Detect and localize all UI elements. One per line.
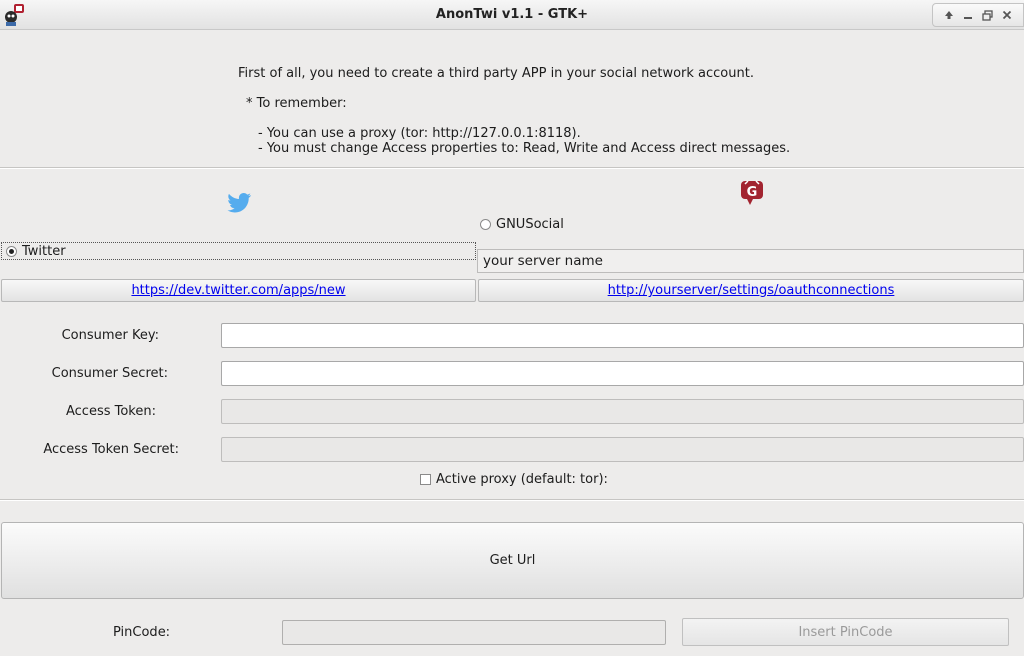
arrow-up-icon	[944, 11, 953, 19]
gnusocial-oauth-link-button[interactable]: http://yourserver/settings/oauthconnecti…	[478, 279, 1024, 302]
twitter-radio-label: Twitter	[22, 243, 66, 259]
consumer-secret-label: Consumer Secret:	[51, 366, 168, 381]
twitter-radio-indicator[interactable]	[6, 245, 17, 257]
access-token-secret-input[interactable]	[221, 437, 1024, 462]
restore-button[interactable]	[981, 8, 995, 22]
proxy-checkbox-row[interactable]: Active proxy (default: tor):	[420, 472, 608, 487]
twitter-apps-link-button[interactable]: https://dev.twitter.com/apps/new	[1, 279, 476, 302]
consumer-secret-input[interactable]	[221, 361, 1024, 386]
close-button[interactable]	[1000, 8, 1014, 22]
get-url-button-label: Get Url	[489, 553, 536, 568]
get-url-button[interactable]: Get Url	[1, 522, 1024, 599]
intro-line-1: First of all, you need to create a third…	[238, 66, 754, 81]
intro-line-2: * To remember:	[246, 96, 347, 111]
gnusocial-logo-icon: G	[740, 180, 764, 210]
consumer-key-label: Consumer Key:	[61, 328, 159, 343]
insert-pincode-button-label: Insert PinCode	[798, 624, 893, 640]
separator-bottom	[0, 499, 1024, 501]
proxy-checkbox-label: Active proxy (default: tor):	[436, 472, 608, 487]
pincode-input[interactable]	[282, 620, 666, 645]
close-icon	[1003, 10, 1012, 20]
gnusocial-radio-indicator[interactable]	[480, 219, 491, 230]
insert-pincode-button[interactable]: Insert PinCode	[682, 618, 1009, 646]
gnusocial-radio-label: GNUSocial	[496, 217, 564, 232]
twitter-bird-icon	[227, 193, 252, 217]
title-bar[interactable]: AnonTwi v1.1 - GTK+	[0, 0, 1024, 30]
proxy-checkbox[interactable]	[420, 474, 431, 485]
intro-line-3: - You can use a proxy (tor: http://127.0…	[258, 126, 581, 141]
gnusocial-radio[interactable]: GNUSocial	[480, 217, 564, 232]
pincode-label: PinCode:	[113, 625, 171, 640]
window-controls	[932, 3, 1024, 27]
access-token-secret-label: Access Token Secret:	[43, 442, 179, 457]
twitter-radio[interactable]: Twitter	[1, 242, 476, 260]
window-title: AnonTwi v1.1 - GTK+	[435, 7, 589, 22]
twitter-apps-link[interactable]: https://dev.twitter.com/apps/new	[131, 283, 345, 298]
minimize-icon	[964, 17, 973, 19]
minimize-button[interactable]	[961, 8, 975, 22]
access-token-input[interactable]	[221, 399, 1024, 424]
gnusocial-oauth-link[interactable]: http://yourserver/settings/oauthconnecti…	[608, 283, 895, 298]
consumer-key-input[interactable]	[221, 323, 1024, 348]
server-name-input[interactable]: your server name	[477, 249, 1024, 273]
separator-top	[0, 167, 1024, 169]
svg-text:G: G	[747, 185, 758, 200]
shade-button[interactable]	[942, 8, 956, 22]
intro-line-4: - You must change Access properties to: …	[258, 141, 791, 156]
restore-icon	[982, 9, 993, 21]
access-token-label: Access Token:	[65, 404, 156, 419]
